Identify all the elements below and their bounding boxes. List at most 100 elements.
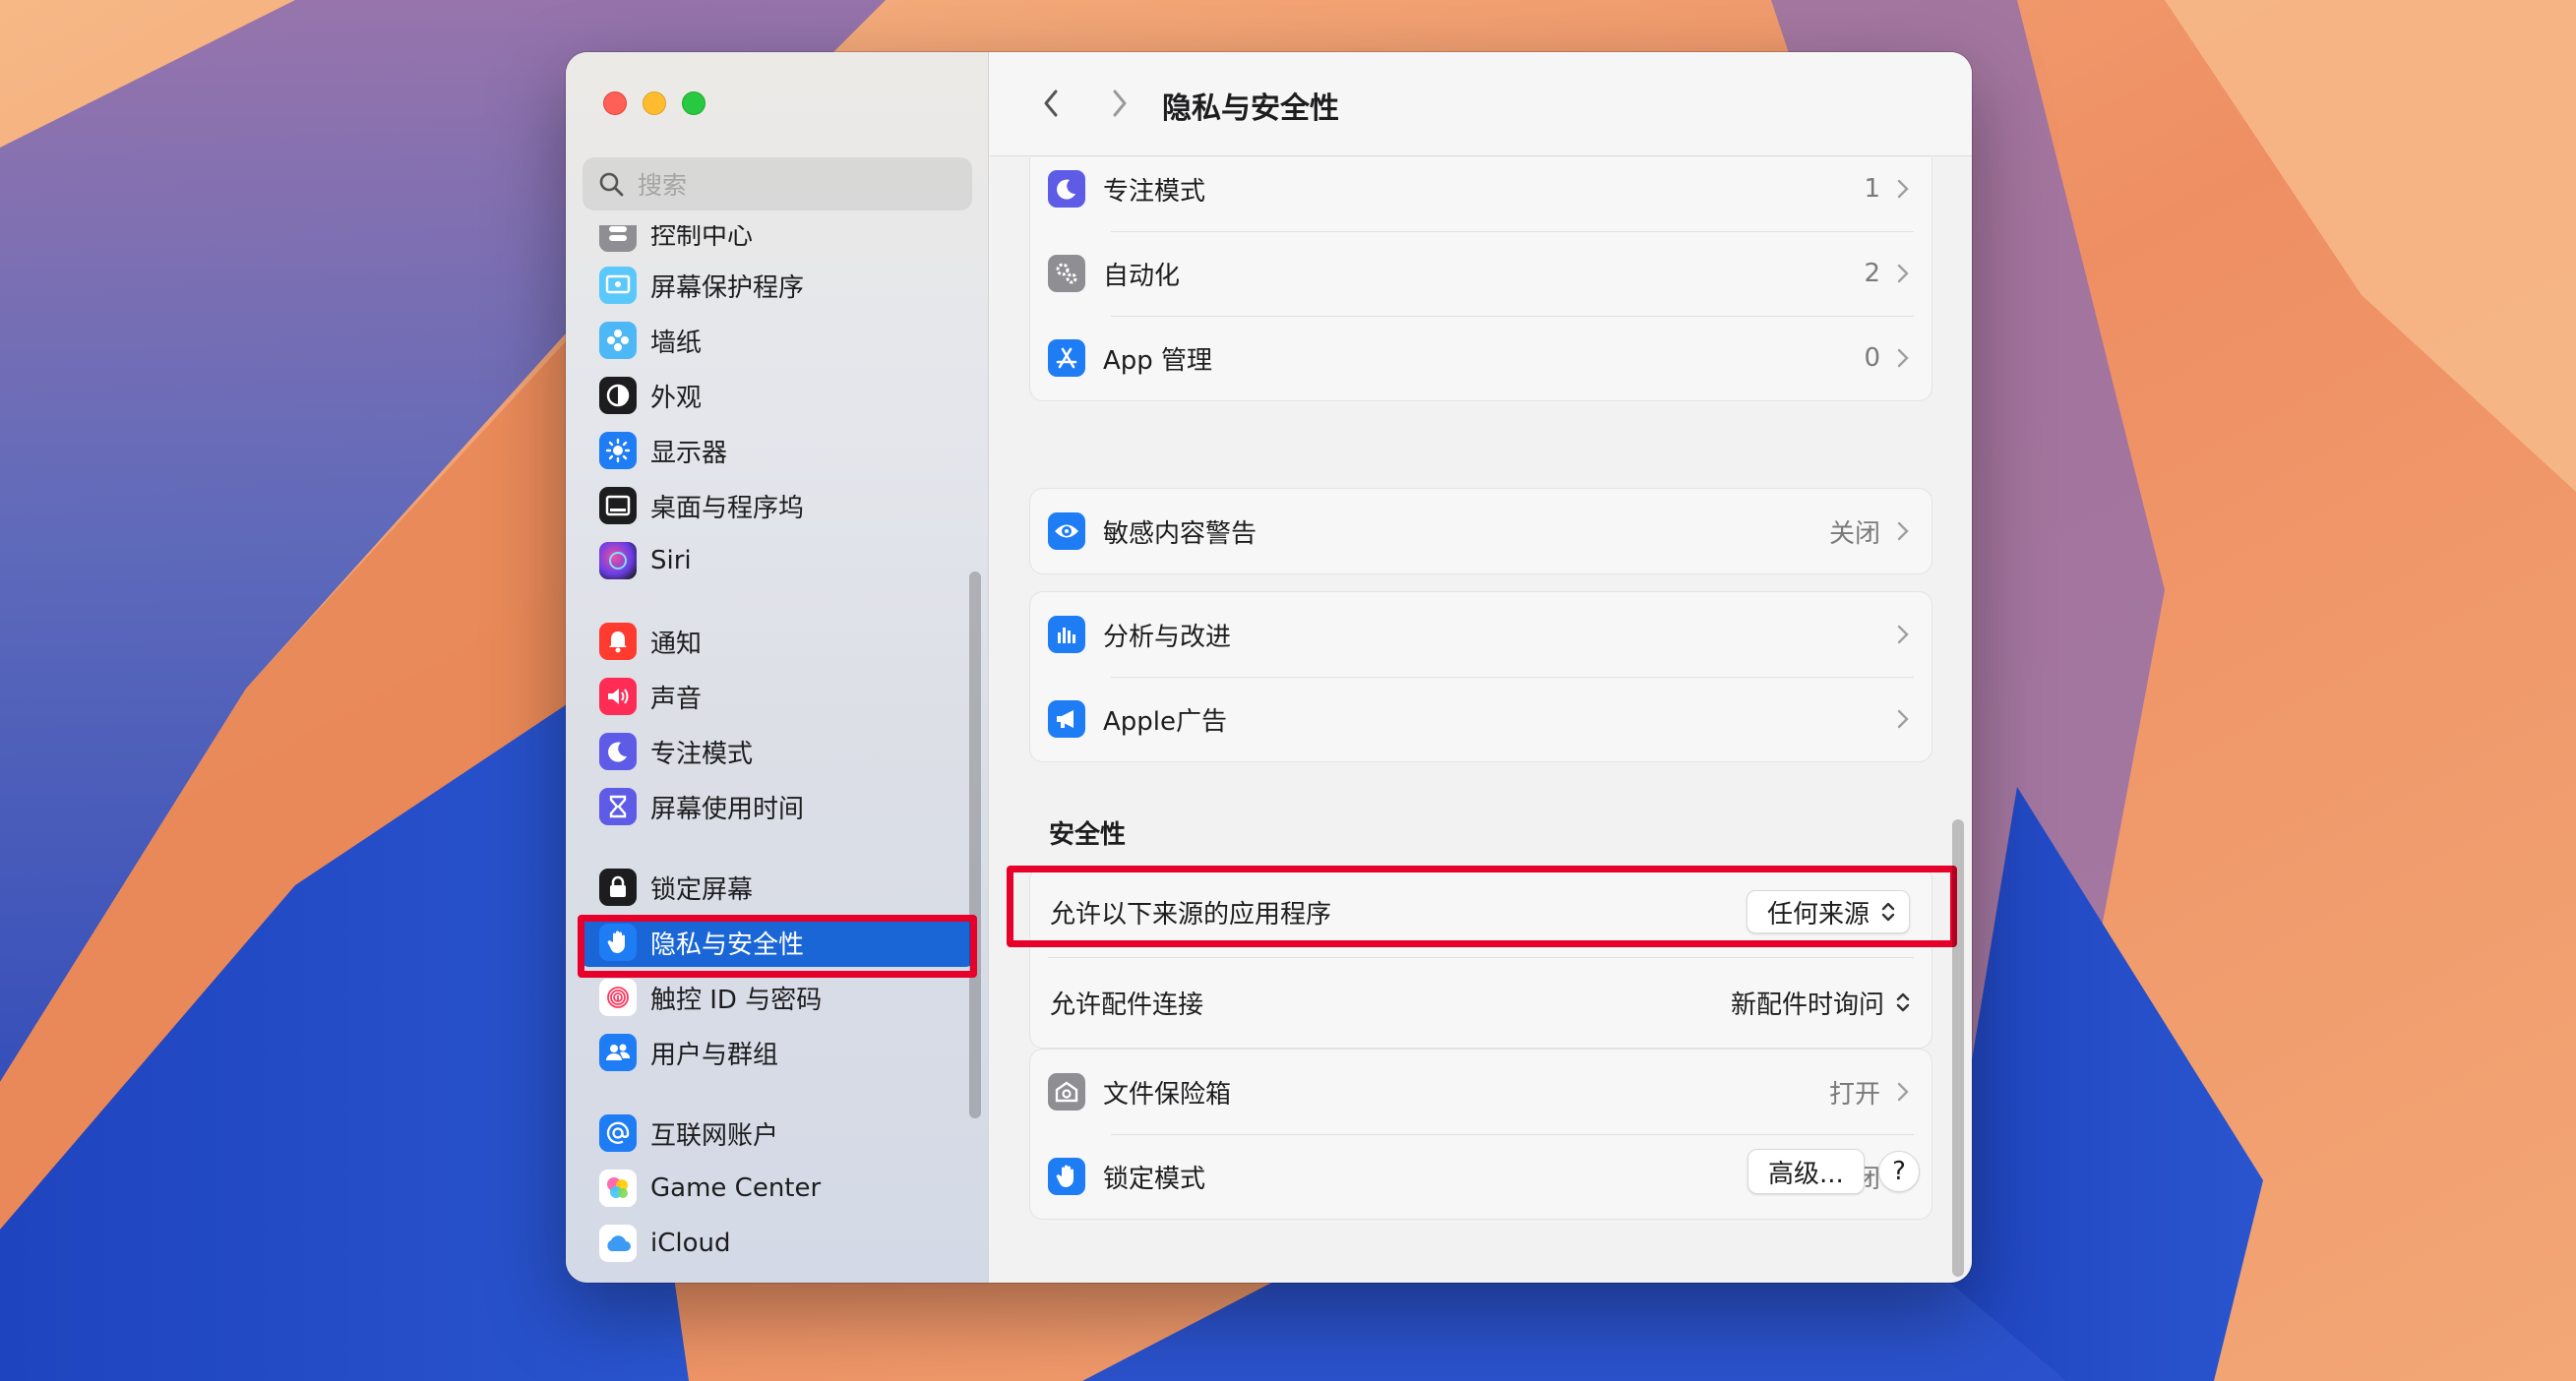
row-analytics[interactable]: 分析与改进 (1030, 592, 1932, 677)
close-button[interactable] (603, 91, 627, 115)
sidebar-item-label: 声音 (650, 684, 703, 714)
notifications-icon (599, 623, 637, 660)
sidebar-item-dock[interactable]: 桌面与程序坞 (580, 481, 975, 530)
chevron-right-icon (1897, 264, 1909, 283)
row-label: 专注模式 (1103, 176, 1206, 207)
sidebar-item-label: iCloud (650, 1229, 731, 1258)
back-button[interactable] (1029, 82, 1073, 125)
row-label: 允许配件连接 (1050, 990, 1204, 1020)
row-focus[interactable]: 专注模式 1 (1030, 157, 1932, 231)
sidebar-item-screen-time[interactable]: 屏幕使用时间 (580, 782, 975, 831)
siri-icon (599, 542, 637, 579)
sensitive-group: 敏感内容警告 关闭 (1029, 488, 1932, 574)
sidebar-item-icloud[interactable]: iCloud (580, 1219, 975, 1268)
popup-value: 新配件时询问 (1730, 990, 1884, 1020)
sidebar-item-label: 互联网账户 (650, 1120, 779, 1151)
sidebar-item-label: 控制中心 (650, 225, 754, 251)
row-apple-ads[interactable]: Apple广告 (1030, 677, 1932, 761)
row-automation[interactable]: 自动化 2 (1030, 231, 1932, 316)
dock-icon (599, 487, 637, 524)
sidebar-item-game-center[interactable]: Game Center (580, 1164, 975, 1213)
at-icon (599, 1114, 637, 1152)
sidebar-item-appearance[interactable]: 外观 (580, 371, 975, 420)
focus-icon (599, 733, 637, 770)
sidebar-item-label: 用户与群组 (650, 1040, 779, 1070)
chevron-right-icon (1897, 625, 1909, 644)
sidebar-item-label: 锁定屏幕 (650, 874, 754, 905)
sidebar-item-label: 外观 (650, 383, 703, 413)
chevron-right-icon (1113, 90, 1127, 117)
page-title: 隐私与安全性 (1162, 91, 1339, 126)
row-label: 分析与改进 (1103, 622, 1232, 652)
row-label: App 管理 (1103, 345, 1213, 376)
row-allow-accessories: 允许配件连接 新配件时询问 (1030, 957, 1932, 1048)
row-app-management[interactable]: App 管理 0 (1030, 316, 1932, 400)
sidebar-item-internet-accounts[interactable]: 互联网账户 (580, 1109, 975, 1158)
chevron-right-icon (1897, 1082, 1909, 1102)
focus-icon (1048, 170, 1085, 208)
sidebar-item-label: 墙纸 (650, 328, 703, 358)
screen-time-icon (599, 788, 637, 825)
help-button[interactable]: ? (1878, 1151, 1920, 1192)
sidebar-item-label: Game Center (650, 1173, 822, 1203)
sidebar-item-label: 通知 (650, 629, 703, 659)
row-value: 0 (1864, 343, 1880, 373)
app-store-icon (1048, 339, 1085, 377)
search-icon (599, 172, 624, 197)
sidebar-highlight-box (578, 915, 977, 978)
game-center-icon (599, 1170, 637, 1207)
sidebar-item-label: 屏幕保护程序 (650, 272, 805, 303)
minimize-button[interactable] (643, 91, 666, 115)
forward-button[interactable] (1098, 82, 1141, 125)
chevron-right-icon (1897, 179, 1909, 199)
sidebar-item-label: Siri (650, 546, 692, 575)
sound-icon (599, 678, 637, 715)
chevron-right-icon (1897, 348, 1909, 368)
appearance-icon (599, 377, 637, 414)
zoom-button[interactable] (682, 91, 705, 115)
row-label: Apple广告 (1103, 706, 1228, 737)
sidebar: 搜索 控制中心 屏幕保护程序 墙纸 外观 显示器 桌面与程序坞 Siri 通知 … (566, 52, 989, 1283)
main-pane: 隐私与安全性 专注模式 1 自动化 2 App 管理 0 敏感内容警告 关闭 分… (990, 52, 1972, 1283)
chevron-right-icon (1897, 709, 1909, 729)
row-filevault[interactable]: 文件保险箱 打开 (1030, 1050, 1932, 1134)
sidebar-item-label: 触控 ID 与密码 (650, 985, 823, 1015)
chevron-right-icon (1897, 521, 1909, 541)
updown-chevron-icon (1896, 992, 1910, 1012)
security-section-title: 安全性 (1049, 820, 1127, 850)
sidebar-item-control-center[interactable]: 控制中心 (580, 225, 975, 258)
sidebar-item-label: 显示器 (650, 438, 728, 468)
sidebar-item-wallpaper[interactable]: 墙纸 (580, 316, 975, 365)
accessories-popup[interactable]: 新配件时询问 (1711, 981, 1910, 1024)
sidebar-item-users[interactable]: 用户与群组 (580, 1028, 975, 1077)
sidebar-item-label: 桌面与程序坞 (650, 493, 805, 523)
sidebar-item-siri[interactable]: Siri (580, 536, 975, 585)
content-scrollbar[interactable] (1952, 819, 1964, 1277)
advanced-button[interactable]: 高级... (1748, 1149, 1865, 1194)
gear-icon (1048, 255, 1085, 292)
system-settings-window: 搜索 控制中心 屏幕保护程序 墙纸 外观 显示器 桌面与程序坞 Siri 通知 … (566, 52, 1972, 1283)
row-label: 锁定模式 (1103, 1164, 1206, 1194)
toolbar: 隐私与安全性 (990, 52, 1972, 156)
row-label: 敏感内容警告 (1103, 518, 1257, 549)
row-value: 2 (1864, 259, 1880, 288)
search-field[interactable]: 搜索 (583, 157, 972, 210)
users-icon (599, 1034, 637, 1071)
row-label: 自动化 (1103, 261, 1181, 291)
sidebar-item-sound[interactable]: 声音 (580, 672, 975, 721)
sidebar-item-screensaver[interactable]: 屏幕保护程序 (580, 261, 975, 310)
sidebar-list: 控制中心 屏幕保护程序 墙纸 外观 显示器 桌面与程序坞 Siri 通知 声音 … (566, 225, 989, 1283)
sidebar-scrollbar[interactable] (969, 571, 981, 1118)
control-center-icon (599, 225, 637, 252)
sidebar-item-display[interactable]: 显示器 (580, 426, 975, 475)
window-controls (603, 91, 705, 115)
sidebar-item-touch-id[interactable]: 触控 ID 与密码 (580, 973, 975, 1022)
lock-icon (599, 869, 637, 906)
row-sensitive-content[interactable]: 敏感内容警告 关闭 (1030, 489, 1932, 573)
sidebar-item-lock-screen[interactable]: 锁定屏幕 (580, 863, 975, 912)
row-value: 打开 (1828, 1079, 1880, 1110)
sidebar-item-focus[interactable]: 专注模式 (580, 727, 975, 776)
screensaver-icon (599, 267, 637, 304)
sidebar-item-notifications[interactable]: 通知 (580, 617, 975, 666)
display-icon (599, 432, 637, 469)
